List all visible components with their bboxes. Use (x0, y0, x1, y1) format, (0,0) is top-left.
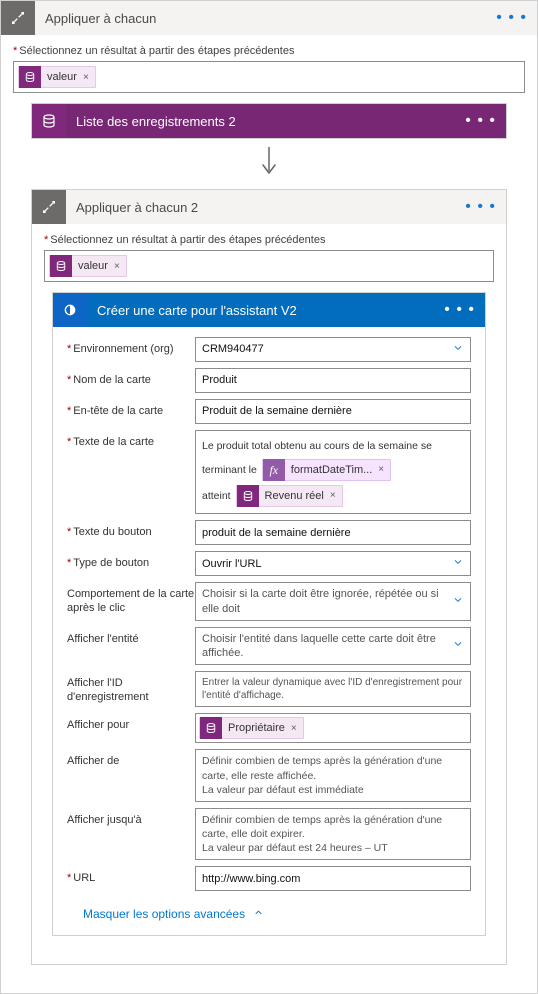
show-recordid-label: Afficher l'ID d'enregistrement (67, 671, 195, 705)
button-text-input[interactable]: produit de la semaine dernière (195, 520, 471, 545)
show-until-label: Afficher jusqu'à (67, 808, 195, 828)
chevron-down-icon (452, 556, 464, 572)
env-label: *Environnement (org) (67, 337, 195, 357)
select-result-label: *Sélectionnez un résultat à partir des é… (44, 234, 494, 246)
button-text-label: *Texte du bouton (67, 520, 195, 540)
token-remove[interactable]: × (83, 72, 89, 83)
card-icon (53, 293, 87, 327)
apply-each-2-body: *Sélectionnez un résultat à partir des é… (32, 224, 506, 964)
card-name-label: *Nom de la carte (67, 368, 195, 388)
chevron-down-icon (452, 341, 464, 357)
database-icon (19, 66, 41, 88)
show-until-input[interactable]: Définir combien de temps après la généra… (195, 808, 471, 861)
value-token[interactable]: valeur × (49, 255, 127, 277)
more-menu[interactable]: • • • (465, 112, 496, 130)
after-click-label: Comportement de la carte après le clic (67, 582, 195, 616)
create-card-step: Créer une carte pour l'assistant V2 • • … (52, 292, 486, 936)
card-text-input[interactable]: Le produit total obtenu au cours de la s… (195, 430, 471, 514)
apply-each-body: *Sélectionnez un résultat à partir des é… (1, 35, 537, 993)
list-records-header[interactable]: Liste des enregistrements 2 • • • (32, 104, 506, 138)
show-recordid-input[interactable]: Entrer la valeur dynamique avec l'ID d'e… (195, 671, 471, 707)
chevron-down-icon (452, 638, 464, 654)
step-title: Créer une carte pour l'assistant V2 (97, 303, 485, 318)
button-type-select[interactable]: Ouvrir l'URL (195, 551, 471, 576)
fx-token[interactable]: fx formatDateTim... × (262, 459, 391, 481)
database-icon (200, 717, 222, 739)
create-card-body: *Environnement (org) CRM940477 *Nom de l… (53, 327, 485, 901)
step-title: Liste des enregistrements 2 (76, 114, 506, 129)
apply-each-container: Appliquer à chacun • • • *Sélectionnez u… (0, 0, 538, 994)
show-for-input[interactable]: Propriétaire × (195, 713, 471, 743)
loop-icon (1, 1, 35, 35)
more-menu[interactable]: • • • (444, 301, 475, 319)
hide-advanced-options[interactable]: Masquer les options avancées (53, 901, 485, 935)
database-icon (32, 104, 66, 138)
more-menu[interactable]: • • • (496, 9, 527, 27)
card-name-input[interactable]: Produit (195, 368, 471, 393)
create-card-header[interactable]: Créer une carte pour l'assistant V2 • • … (53, 293, 485, 327)
flow-arrow (31, 139, 507, 189)
owner-token[interactable]: Propriétaire × (199, 717, 304, 739)
token-remove[interactable]: × (330, 485, 336, 507)
value-token[interactable]: valeur × (18, 66, 96, 88)
step-title: Appliquer à chacun 2 (76, 200, 506, 215)
database-icon (50, 255, 72, 277)
loop-icon (32, 190, 66, 224)
show-entity-select[interactable]: Choisir l'entité dans laquelle cette car… (195, 627, 471, 666)
select-result-label: *Sélectionnez un résultat à partir des é… (13, 45, 525, 57)
more-menu[interactable]: • • • (465, 198, 496, 216)
chevron-down-icon (452, 593, 464, 609)
token-remove[interactable]: × (114, 261, 120, 272)
show-entity-label: Afficher l'entité (67, 627, 195, 647)
card-text-label: *Texte de la carte (67, 430, 195, 450)
revenue-token[interactable]: Revenu réel × (236, 485, 343, 507)
card-header-label: *En-tête de la carte (67, 399, 195, 419)
after-click-select[interactable]: Choisir si la carte doit être ignorée, r… (195, 582, 471, 621)
token-remove[interactable]: × (291, 722, 297, 735)
apply-each-2-header[interactable]: Appliquer à chacun 2 • • • (32, 190, 506, 224)
fx-icon: fx (263, 459, 285, 481)
step-title: Appliquer à chacun (45, 11, 537, 26)
button-type-label: *Type de bouton (67, 551, 195, 571)
select-result-input[interactable]: valeur × (13, 61, 525, 93)
chevron-up-icon (253, 907, 264, 921)
env-select[interactable]: CRM940477 (195, 337, 471, 362)
show-from-label: Afficher de (67, 749, 195, 769)
show-for-label: Afficher pour (67, 713, 195, 733)
apply-each-header[interactable]: Appliquer à chacun • • • (1, 1, 537, 35)
apply-each-2-container: Appliquer à chacun 2 • • • *Sélectionnez… (31, 189, 507, 965)
token-remove[interactable]: × (378, 459, 384, 481)
url-input[interactable]: http://www.bing.com (195, 866, 471, 891)
select-result-input[interactable]: valeur × (44, 250, 494, 282)
show-from-input[interactable]: Définir combien de temps après la généra… (195, 749, 471, 802)
url-label: *URL (67, 866, 195, 886)
card-header-input[interactable]: Produit de la semaine dernière (195, 399, 471, 424)
database-icon (237, 485, 259, 507)
list-records-step: Liste des enregistrements 2 • • • (31, 103, 507, 139)
